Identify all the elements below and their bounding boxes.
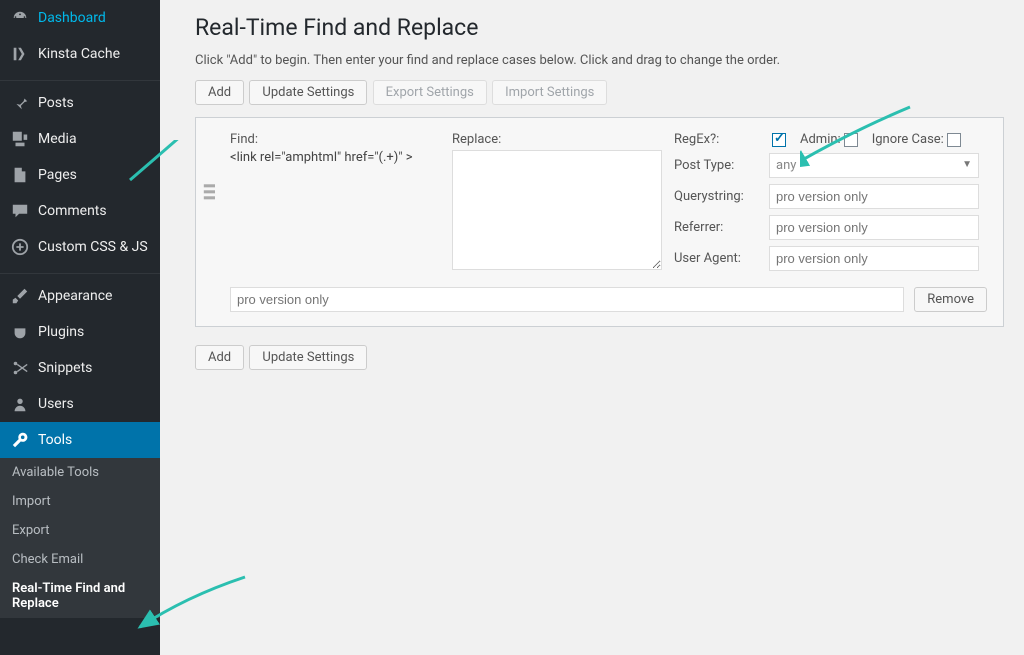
replace-label: Replace:: [452, 132, 662, 147]
querystring-input[interactable]: [769, 184, 979, 209]
drag-handle-icon[interactable]: ━━━: [204, 184, 216, 202]
regex-checkbox[interactable]: [772, 133, 786, 147]
menu-comments[interactable]: Comments: [0, 193, 160, 229]
submenu-checkemail[interactable]: Check Email: [0, 545, 160, 574]
page-description: Click "Add" to begin. Then enter your fi…: [195, 53, 1004, 68]
menu-label: Media: [38, 131, 77, 147]
referrer-input[interactable]: [769, 215, 979, 240]
update-settings-button[interactable]: Update Settings: [249, 80, 367, 105]
menu-separator: [0, 269, 160, 274]
menu-appearance[interactable]: Appearance: [0, 278, 160, 314]
remove-button[interactable]: Remove: [914, 287, 987, 312]
menu-plugins[interactable]: Plugins: [0, 314, 160, 350]
menu-label: Dashboard: [38, 10, 106, 26]
menu-separator: [0, 76, 160, 81]
menu-label: Kinsta Cache: [38, 46, 120, 62]
bottom-button-row: Add Update Settings: [195, 345, 1004, 370]
ignorecase-checkbox[interactable]: [947, 133, 961, 147]
menu-tools[interactable]: Tools: [0, 422, 160, 458]
brush-icon: [10, 286, 30, 306]
page-title: Real-Time Find and Replace: [195, 14, 1004, 41]
plug-icon: [10, 322, 30, 342]
pin-icon: [10, 93, 30, 113]
menu-users[interactable]: Users: [0, 386, 160, 422]
export-settings-button[interactable]: Export Settings: [373, 80, 487, 105]
posttype-select[interactable]: any: [769, 153, 979, 178]
find-text: ="(.+)" >: [367, 150, 412, 165]
notes-input[interactable]: [230, 287, 904, 312]
find-text: <link rel=": [230, 150, 285, 165]
menu-label: Posts: [38, 95, 74, 111]
media-icon: [10, 129, 30, 149]
menu-dashboard[interactable]: Dashboard: [0, 0, 160, 36]
menu-snippets[interactable]: Snippets: [0, 350, 160, 386]
ignorecase-label: Ignore Case:: [872, 132, 944, 147]
menu-media[interactable]: Media: [0, 121, 160, 157]
submenu-rtfr[interactable]: Real-Time Find and Replace: [0, 574, 160, 618]
menu-label: Pages: [38, 167, 77, 183]
scissors-icon: [10, 358, 30, 378]
kinsta-icon: [10, 44, 30, 64]
menu-label: Custom CSS & JS: [38, 239, 148, 255]
users-icon: [10, 394, 30, 414]
menu-pages[interactable]: Pages: [0, 157, 160, 193]
tools-submenu: Available Tools Import Export Check Emai…: [0, 458, 160, 618]
querystring-label: Querystring:: [674, 189, 769, 204]
wrench-icon: [10, 430, 30, 450]
main-content: Real-Time Find and Replace Click "Add" t…: [160, 0, 1024, 402]
menu-label: Users: [38, 396, 74, 412]
find-label: Find:: [230, 132, 440, 147]
submenu-import[interactable]: Import: [0, 487, 160, 516]
admin-sidebar: Dashboard Kinsta Cache Posts Media Pages…: [0, 0, 160, 655]
menu-label: Appearance: [38, 288, 112, 304]
find-textarea[interactable]: <link rel="amphtml" href="(.+)" >: [230, 150, 440, 165]
submenu-export[interactable]: Export: [0, 516, 160, 545]
admin-label: Admin:: [800, 132, 841, 147]
admin-checkbox[interactable]: [844, 133, 858, 147]
menu-label: Tools: [38, 432, 72, 448]
dashboard-icon: [10, 8, 30, 28]
add-button-bottom[interactable]: Add: [195, 345, 244, 370]
menu-posts[interactable]: Posts: [0, 85, 160, 121]
menu-label: Comments: [38, 203, 107, 219]
update-settings-button-bottom[interactable]: Update Settings: [249, 345, 367, 370]
useragent-label: User Agent:: [674, 251, 769, 266]
useragent-input[interactable]: [769, 246, 979, 271]
regex-label: RegEx?:: [674, 132, 769, 147]
posttype-label: Post Type:: [674, 158, 769, 173]
find-text-err: amphtml: [285, 150, 337, 165]
find-text-err: href: [344, 150, 367, 165]
referrer-label: Referrer:: [674, 220, 769, 235]
menu-customcss[interactable]: Custom CSS & JS: [0, 229, 160, 265]
comment-icon: [10, 201, 30, 221]
menu-label: Snippets: [38, 360, 92, 376]
top-button-row: Add Update Settings Export Settings Impo…: [195, 80, 1004, 105]
submenu-available[interactable]: Available Tools: [0, 458, 160, 487]
plus-icon: [10, 237, 30, 257]
replace-textarea[interactable]: [452, 150, 662, 270]
menu-label: Plugins: [38, 324, 84, 340]
page-icon: [10, 165, 30, 185]
menu-kinsta[interactable]: Kinsta Cache: [0, 36, 160, 72]
rule-panel: ━━━ Find: <link rel="amphtml" href="(.+)…: [195, 117, 1004, 327]
import-settings-button[interactable]: Import Settings: [492, 80, 607, 105]
add-button[interactable]: Add: [195, 80, 244, 105]
